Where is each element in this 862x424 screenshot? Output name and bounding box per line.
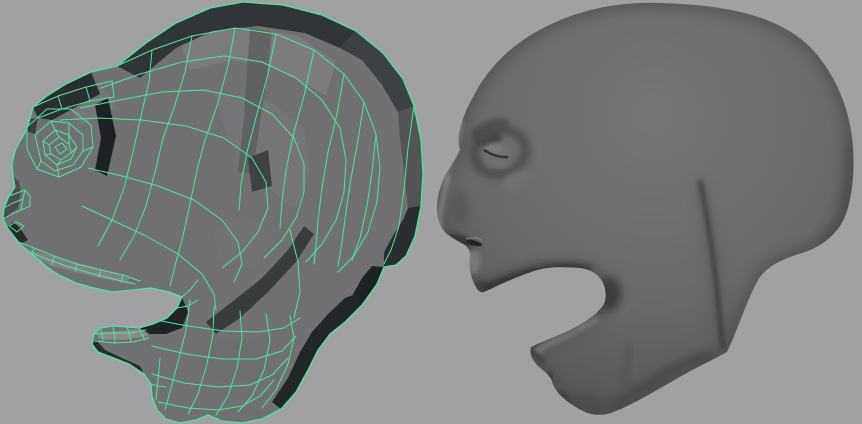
viewport-canvas[interactable]	[0, 0, 862, 424]
